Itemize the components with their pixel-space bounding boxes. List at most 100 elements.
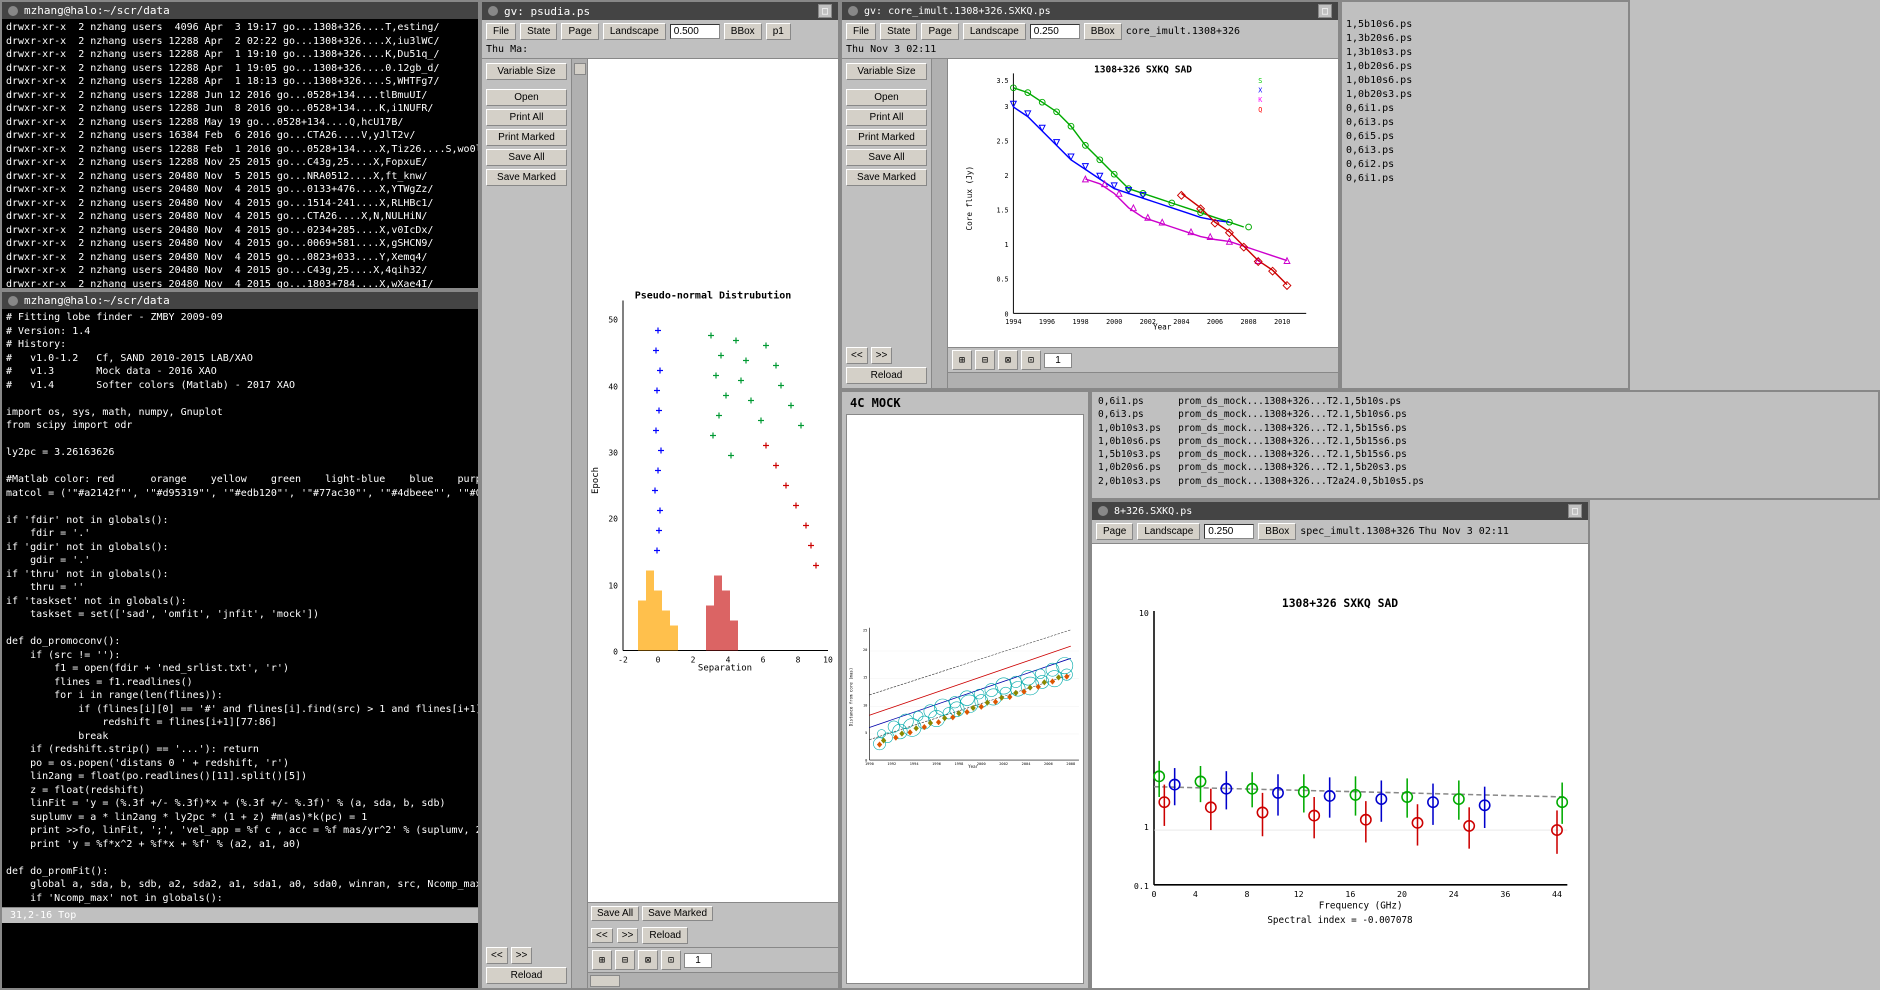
gv-psudia-save-marked-btn[interactable]: Save Marked: [486, 169, 567, 186]
gv-psudia-state-btn[interactable]: State: [520, 23, 557, 40]
mock-plot-area: 4C MOCK Distance from core (mas) Year 0 …: [840, 390, 1090, 990]
gv-core-page-btn[interactable]: Page: [921, 23, 958, 40]
gv-icon-2[interactable]: ⊟: [615, 950, 635, 970]
gv-psudia-hscroll[interactable]: [588, 972, 838, 988]
gv-psudia-page-input[interactable]: [684, 953, 712, 968]
gv-core-icon-4[interactable]: ⊡: [1021, 350, 1041, 370]
gv-core-titlebar: gv: core_imult.1308+326.SXKQ.ps □: [842, 2, 1338, 20]
gv-psudia-prev-btn[interactable]: <<: [486, 947, 508, 964]
gv-psudia-reload-btn2[interactable]: Reload: [642, 927, 688, 944]
gv-core-print-all-btn[interactable]: Print All: [846, 109, 927, 126]
gv-psudia-prev-btn2[interactable]: <<: [591, 928, 613, 943]
svg-text:1996: 1996: [932, 762, 941, 766]
chart-title-text: Pseudo-normal Distrubution: [635, 290, 792, 302]
gv-psudia-main: Variable Size Open Print All Print Marke…: [482, 59, 838, 988]
core-x-2008: 2008: [1241, 318, 1257, 326]
gv-core-bbox-btn[interactable]: BBox: [1084, 23, 1122, 40]
gv-psudia-next-btn2[interactable]: >>: [617, 928, 639, 943]
gv-core-landscape-btn[interactable]: Landscape: [963, 23, 1026, 40]
gv-psudia-plot-area: Pseudo-normal Distrubution Epoch Separat…: [588, 59, 838, 902]
gv-psudia-thu-label: Thu Ma:: [486, 44, 528, 55]
gv-core-state-btn[interactable]: State: [880, 23, 917, 40]
gv-core-next-btn[interactable]: >>: [871, 347, 893, 364]
gv-psudia-save-all-btn[interactable]: Save All: [486, 149, 567, 166]
x-tick-0: 0: [656, 656, 661, 665]
s-band-scatter: [1011, 85, 1252, 230]
gv-psudia-vscroll-thumb[interactable]: [574, 63, 586, 75]
core-legend-S: S: [1258, 77, 1262, 85]
spec-chart-title: 1308+326 SXKQ SAD: [1282, 596, 1398, 610]
y-tick-20: 20: [608, 515, 618, 524]
terminal-1-titlebar: mzhang@halo:~/scr/data: [2, 2, 478, 19]
core-chart-title: 1308+326 SXKQ SAD: [1094, 64, 1192, 75]
gv-psudia-save-all-btn2[interactable]: Save All: [591, 906, 639, 921]
gv-core-file-btn[interactable]: File: [846, 23, 876, 40]
gv-psudia-bbox-btn[interactable]: BBox: [724, 23, 762, 40]
gv-psudia-vscroll[interactable]: [572, 59, 588, 988]
spec-blue-data: [1170, 768, 1490, 828]
gv-core-sidebar: Variable Size Open Print All Print Marke…: [842, 59, 932, 388]
spec-close[interactable]: □: [1568, 504, 1582, 518]
gv-psudia-landscape-btn[interactable]: Landscape: [603, 23, 666, 40]
core-x-1996: 1996: [1039, 318, 1055, 326]
spec-y-01: 0.1: [1134, 881, 1149, 891]
spec-page-btn[interactable]: Page: [1096, 523, 1133, 540]
hist-bar-9: [730, 621, 738, 651]
spec-zoom-input[interactable]: [1204, 524, 1254, 539]
gv-psudia-page-controls: Save All Save Marked: [588, 903, 838, 924]
gv-psudia-file-btn[interactable]: File: [486, 23, 516, 40]
spec-green-data: [1154, 761, 1567, 824]
gv-core-variable-size-btn[interactable]: Variable Size: [846, 63, 927, 80]
terminal-2-content: # Fitting lobe finder - ZMBY 2009-09 # V…: [2, 309, 478, 907]
gv-core-open-btn[interactable]: Open: [846, 89, 927, 106]
gv-psudia-print-all-btn[interactable]: Print All: [486, 109, 567, 126]
gv-core-save-all-btn[interactable]: Save All: [846, 149, 927, 166]
x-tick-4: 4: [726, 656, 731, 665]
gv-psudia-sidebar: Variable Size Open Print All Print Marke…: [482, 59, 572, 988]
gv-psudia-hscroll-thumb[interactable]: [590, 975, 620, 987]
gv-core-print-marked-btn[interactable]: Print Marked: [846, 129, 927, 146]
bottom-trend: [869, 675, 1070, 740]
gv-core-icon-2[interactable]: ⊟: [975, 350, 995, 370]
q-band-scatter: [1178, 191, 1291, 289]
hist-bar-8: [722, 591, 730, 651]
gv-core-reload-btn[interactable]: Reload: [846, 367, 927, 384]
gv-psudia-page-btn[interactable]: Page: [561, 23, 598, 40]
spec-x-24: 24: [1449, 889, 1459, 899]
x-tick-8: 8: [796, 656, 801, 665]
spec-x-16: 16: [1345, 889, 1355, 899]
gv-psudia-next-btn[interactable]: >>: [511, 947, 533, 964]
gv-psudia-save-marked-btn2[interactable]: Save Marked: [642, 906, 713, 921]
gv-core-save-marked-btn[interactable]: Save Marked: [846, 169, 927, 186]
gv-core-close[interactable]: □: [1318, 4, 1332, 18]
gv-core-hscroll[interactable]: [948, 372, 1338, 388]
gv-core-main: Variable Size Open Print All Print Marke…: [842, 59, 1338, 388]
spec-titlebar: 8+326.SXKQ.ps □: [1092, 502, 1588, 520]
file-list-bottom-panel: 0,6i1.ps prom_ds_mock...1308+326...T2.1,…: [1090, 390, 1880, 500]
gv-core-date-label: Thu Nov 3 02:11: [846, 44, 936, 55]
file-list-bottom-content: 0,6i1.ps prom_ds_mock...1308+326...T2.1,…: [1092, 392, 1878, 498]
svg-text:1994: 1994: [910, 762, 920, 766]
gv-core-icon-1[interactable]: ⊞: [952, 350, 972, 370]
gv-psudia-close[interactable]: □: [818, 4, 832, 18]
gv-core-vscroll[interactable]: [932, 59, 948, 388]
gv-psudia-variable-size-btn[interactable]: Variable Size: [486, 63, 567, 80]
gv-core-icon-3[interactable]: ⊠: [998, 350, 1018, 370]
gv-icon-1[interactable]: ⊞: [592, 950, 612, 970]
gv-psudia-reload-btn[interactable]: Reload: [486, 967, 567, 984]
gv-core-zoom-input[interactable]: [1030, 24, 1080, 39]
gv-psudia-zoom-input[interactable]: [670, 24, 720, 39]
spec-bbox-btn[interactable]: BBox: [1258, 523, 1296, 540]
gv-icon-3[interactable]: ⊠: [638, 950, 658, 970]
gv-core-page-input[interactable]: [1044, 353, 1072, 368]
gv-core-prev-btn[interactable]: <<: [846, 347, 868, 364]
gv-psudia-p1-btn[interactable]: p1: [766, 23, 791, 40]
gv-core-plot-col: 1308+326 SXKQ SAD Core flux (Jy) Year 0: [948, 59, 1338, 388]
gv-psudia-open-btn[interactable]: Open: [486, 89, 567, 106]
gv-icon-4[interactable]: ⊡: [661, 950, 681, 970]
gv-core-toolbar: File State Page Landscape BBox core_imul…: [842, 20, 1338, 59]
gv-psudia-print-marked-btn[interactable]: Print Marked: [486, 129, 567, 146]
spec-title: 8+326.SXKQ.ps: [1114, 506, 1192, 517]
svg-text:1990: 1990: [865, 762, 874, 766]
spec-landscape-btn[interactable]: Landscape: [1137, 523, 1200, 540]
